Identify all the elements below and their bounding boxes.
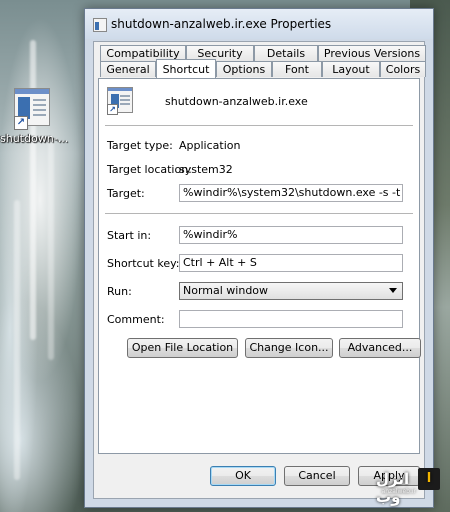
target-location-value: system32 <box>179 163 233 176</box>
waterfall-streak <box>14 200 20 480</box>
tab-details[interactable]: Details <box>254 45 318 61</box>
shortcut-arrow-icon: ↗ <box>107 104 118 115</box>
shortcut-key-label: Shortcut key: <box>107 257 180 270</box>
tab-colors[interactable]: Colors <box>380 61 426 77</box>
tab-row-front: General Shortcut Options Font Layout Col… <box>98 59 428 78</box>
tab-previous-versions[interactable]: Previous Versions <box>318 45 426 61</box>
start-in-input[interactable]: %windir% <box>179 226 403 244</box>
desktop-shortcut-icon[interactable]: ↗ shutdown-... <box>0 88 69 145</box>
watermark-logo: ا انزل وب anzalweb.ir <box>376 468 440 506</box>
dialog-client-area: Compatibility Security Details Previous … <box>93 41 428 499</box>
target-type-label: Target type: <box>107 139 173 152</box>
waterfall-streak <box>48 140 54 360</box>
tab-row-back: Compatibility Security Details Previous … <box>98 45 428 62</box>
shortcut-file-icon: ↗ <box>14 88 54 130</box>
shortcut-arrow-icon: ↗ <box>14 116 28 130</box>
tab-font[interactable]: Font <box>272 61 322 77</box>
watermark-mark: ا <box>418 468 440 490</box>
shortcut-file-icon: ↗ <box>107 87 135 115</box>
comment-input[interactable] <box>179 310 403 328</box>
advanced-button[interactable]: Advanced... <box>339 338 421 358</box>
tab-layout[interactable]: Layout <box>322 61 380 77</box>
target-type-value: Application <box>179 139 241 152</box>
properties-dialog: shutdown-anzalweb.ir.exe Properties Comp… <box>84 8 434 508</box>
window-app-icon <box>93 18 107 32</box>
waterfall-streak <box>30 40 36 340</box>
divider <box>105 125 413 126</box>
shortcut-key-input[interactable]: Ctrl + Alt + S <box>179 254 403 272</box>
target-input[interactable]: %windir%\system32\shutdown.exe -s -t 0 <box>179 184 403 202</box>
desktop-icon-label: shutdown-... <box>0 132 69 145</box>
tab-options[interactable]: Options <box>216 61 272 77</box>
change-icon-button[interactable]: Change Icon... <box>245 338 333 358</box>
cancel-button[interactable]: Cancel <box>284 466 350 486</box>
run-label: Run: <box>107 285 132 298</box>
tab-shortcut[interactable]: Shortcut <box>156 59 216 78</box>
run-select-value: Normal window <box>183 284 269 297</box>
comment-label: Comment: <box>107 313 165 326</box>
target-label: Target: <box>107 187 145 200</box>
window-title: shutdown-anzalweb.ir.exe Properties <box>111 17 332 31</box>
file-name: shutdown-anzalweb.ir.exe <box>165 95 308 108</box>
chevron-down-icon <box>389 288 397 293</box>
run-select[interactable]: Normal window <box>179 282 403 300</box>
shortcut-tab-panel: ↗ shutdown-anzalweb.ir.exe Target type: … <box>98 78 421 454</box>
ok-button[interactable]: OK <box>210 466 276 486</box>
open-file-location-button[interactable]: Open File Location <box>127 338 238 358</box>
watermark-subtext: anzalweb.ir <box>381 488 416 495</box>
start-in-label: Start in: <box>107 229 152 242</box>
title-bar[interactable]: shutdown-anzalweb.ir.exe Properties <box>85 9 433 39</box>
tab-general[interactable]: General <box>100 61 156 77</box>
divider <box>105 213 413 214</box>
